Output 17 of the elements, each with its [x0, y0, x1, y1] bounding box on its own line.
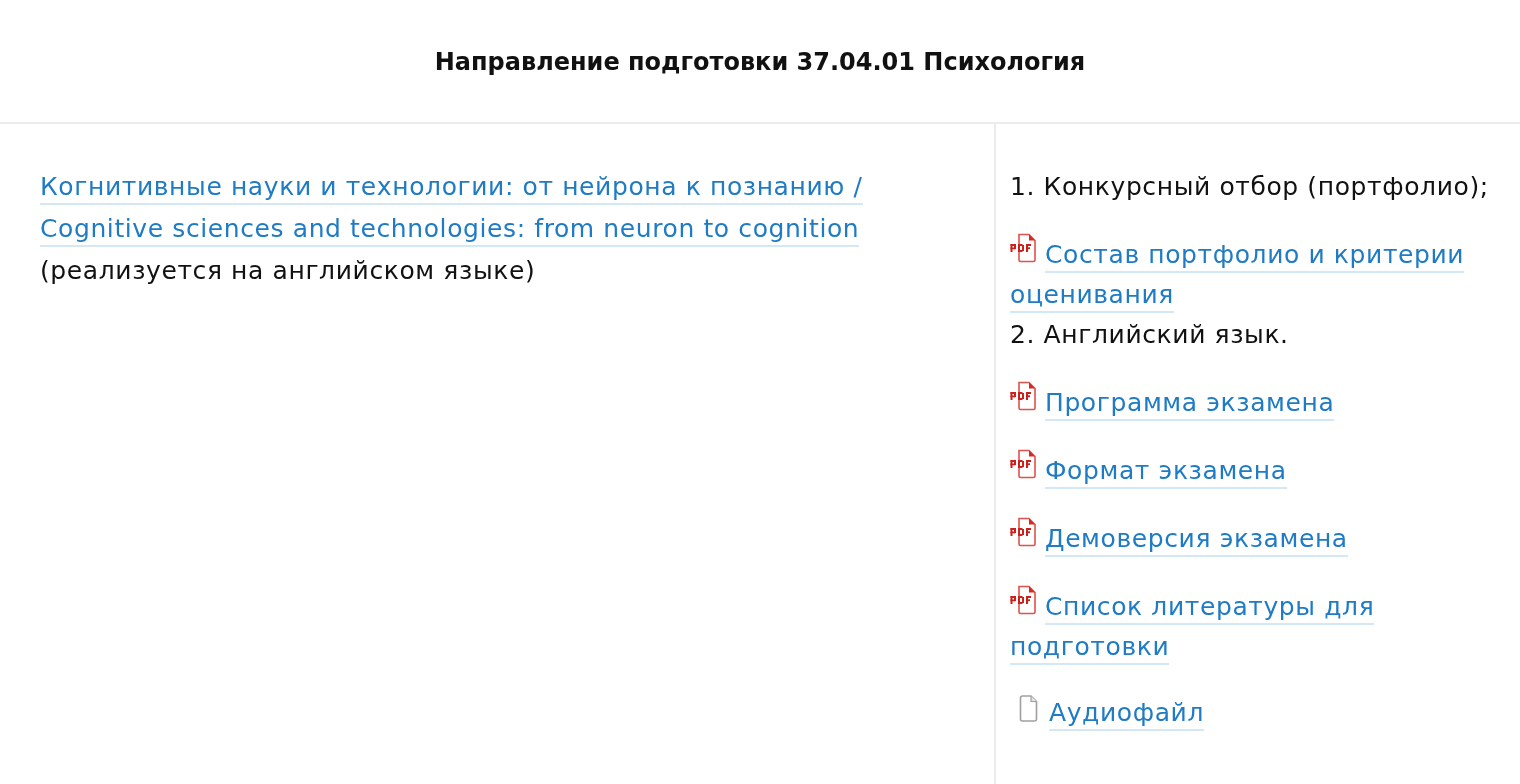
pdf-file-icon — [1010, 381, 1037, 411]
pdf-file-icon — [1010, 449, 1037, 479]
pdf-link[interactable]: Состав портфолио и критерии оценивания — [1010, 233, 1465, 315]
pdf-link[interactable]: Демоверсия экзамена — [1010, 517, 1348, 559]
pdf-link[interactable]: Программа экзамена — [1010, 381, 1335, 423]
requirement-text: 1. Конкурсный отбор (портфолио); — [1010, 171, 1490, 203]
file-icon — [1019, 695, 1038, 722]
pdf-file-icon — [1010, 517, 1037, 547]
pdf-file-icon — [1010, 233, 1037, 263]
pdf-link[interactable]: Список литературы для подготовки — [1010, 585, 1375, 667]
pdf-link[interactable]: Формат экзамена — [1010, 449, 1287, 491]
file-link[interactable]: Аудиофайл — [1010, 693, 1205, 733]
requirement-text: 2. Английский язык. — [1010, 319, 1290, 351]
program-link[interactable]: Когнитивные науки и технологии: от нейрона к познанию / Cognitive sciences and technologies: from neuron to cognition — [40, 166, 863, 250]
pdf-file-icon — [1010, 585, 1037, 615]
page-title: Направление подготовки 37.04.01 Психология — [434, 47, 1086, 76]
program-note: (реализуется на английском языке) — [40, 255, 537, 287]
